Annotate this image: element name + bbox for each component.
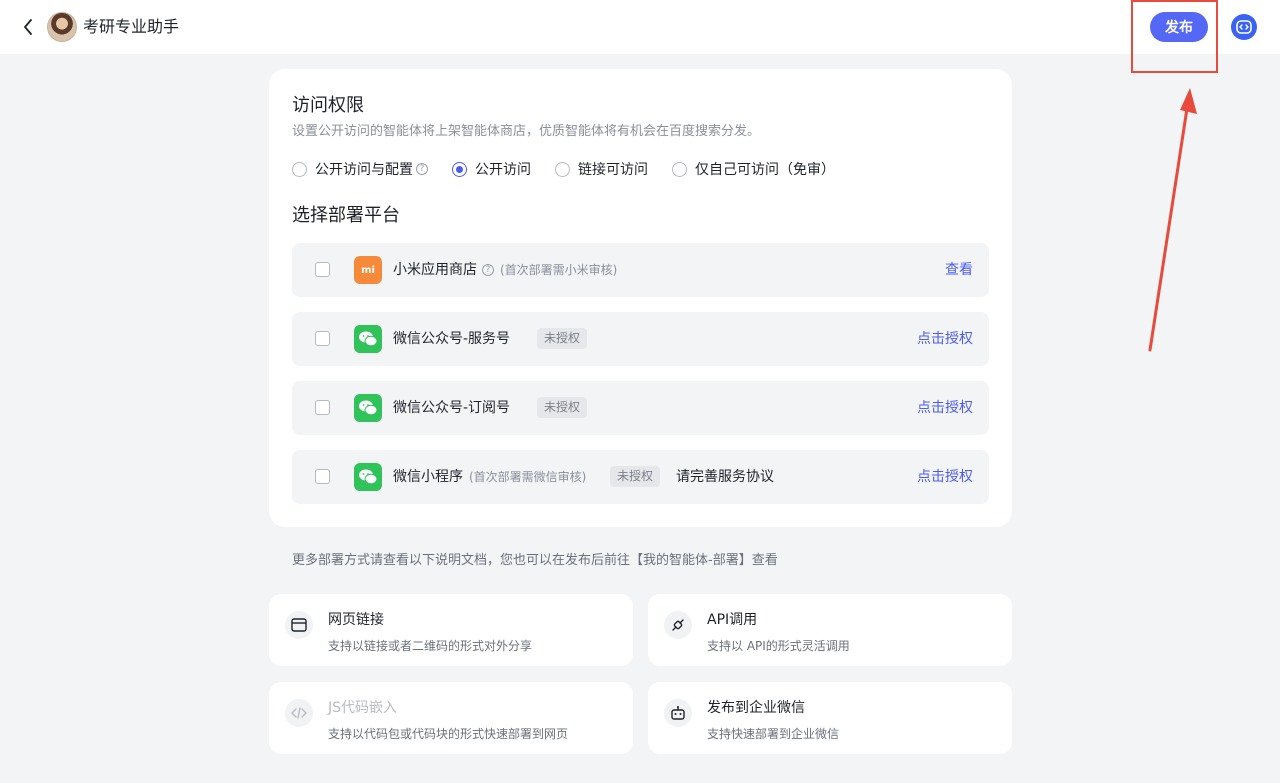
help-icon[interactable]: ? (416, 163, 428, 175)
platform-note: (首次部署需小米审核) (500, 263, 618, 277)
option-title: JS代码嵌入 (328, 700, 398, 716)
top-bar: 考研专业助手 发布 (0, 0, 1280, 54)
annotation-arrow (1148, 88, 1197, 352)
option-webpage-link[interactable]: 网页链接 支持以链接或者二维码的形式对外分享 (269, 594, 633, 666)
view-link[interactable]: 查看 (945, 261, 973, 279)
authorize-link[interactable]: 点击授权 (917, 399, 973, 417)
platform-name: 微信小程序 (首次部署需微信审核) (393, 468, 586, 486)
platform-note: (首次部署需微信审核) (469, 470, 587, 484)
authorize-link[interactable]: 点击授权 (917, 330, 973, 348)
radio-circle[interactable] (672, 161, 687, 177)
radio-private[interactable]: 仅自己可访问（免审） (672, 159, 835, 179)
platform-row-wechat-service: 微信公众号-服务号 未授权 点击授权 (292, 312, 989, 366)
radio-label: 公开访问 (475, 162, 531, 178)
wechat-icon (354, 394, 382, 422)
code-icon (1236, 20, 1252, 34)
radio-link-access[interactable]: 链接可访问 (555, 159, 648, 179)
wechat-icon (354, 463, 382, 491)
access-radio-group: 公开访问与配置 ? 公开访问 链接可访问 仅自己可访问（免审） (292, 160, 859, 178)
access-title: 访问权限 (292, 95, 364, 116)
wechat-icon (354, 325, 382, 353)
radio-public[interactable]: 公开访问 (452, 159, 531, 179)
unauthorized-badge: 未授权 (610, 466, 661, 487)
platform-row-wechat-miniprogram: 微信小程序 (首次部署需微信审核) 未授权 请完善服务协议 点击授权 (292, 450, 989, 504)
platform-name: 微信公众号-服务号 (393, 331, 511, 347)
platform-row-wechat-subscription: 微信公众号-订阅号 未授权 点击授权 (292, 381, 989, 435)
platform-name: 微信公众号-订阅号 (393, 400, 511, 416)
option-js-embed: JS代码嵌入 支持以代码包或代码块的形式快速部署到网页 (269, 682, 633, 754)
app-title: 考研专业助手 (83, 17, 180, 36)
embed-code-button[interactable] (1231, 14, 1257, 40)
option-desc: 支持以链接或者二维码的形式对外分享 (328, 639, 533, 653)
radio-circle[interactable] (292, 161, 307, 177)
chevron-left-icon (24, 19, 32, 35)
option-wecom[interactable]: 发布到企业微信 支持快速部署到企业微信 (648, 682, 1012, 754)
platform-checkbox[interactable] (315, 331, 330, 346)
radio-circle[interactable] (452, 161, 467, 177)
option-title: API调用 (707, 612, 758, 628)
robot-icon (664, 699, 692, 727)
platform-checkbox[interactable] (315, 262, 330, 277)
platform-checkbox[interactable] (315, 400, 330, 415)
option-title: 发布到企业微信 (707, 700, 805, 716)
platform-name-text: 小米应用商店 (393, 262, 477, 278)
option-desc: 支持以 API的形式灵活调用 (707, 639, 850, 653)
radio-public-with-config[interactable]: 公开访问与配置 ? (292, 159, 428, 179)
access-desc: 设置公开访问的智能体将上架智能体商店，优质智能体将有机会在百度搜索分发。 (292, 124, 761, 139)
authorize-link[interactable]: 点击授权 (917, 468, 973, 486)
back-button[interactable] (18, 15, 38, 39)
code-icon (285, 699, 313, 727)
unauthorized-badge: 未授权 (537, 397, 588, 418)
platform-name: 小米应用商店 ? (首次部署需小米审核) (393, 261, 617, 279)
avatar[interactable] (47, 12, 77, 42)
unauthorized-badge: 未授权 (537, 328, 588, 349)
api-plug-icon (664, 611, 692, 639)
annotation-highlight-box (1131, 0, 1218, 73)
deploy-settings-card: 访问权限 设置公开访问的智能体将上架智能体商店，优质智能体将有机会在百度搜索分发… (269, 69, 1012, 527)
help-icon[interactable]: ? (482, 264, 494, 276)
more-deploy-hint: 更多部署方式请查看以下说明文档，您也可以在发布后前往【我的智能体-部署】查看 (292, 553, 778, 568)
service-agreement-link[interactable]: 请完善服务协议 (676, 468, 774, 486)
option-desc: 支持以代码包或代码块的形式快速部署到网页 (328, 727, 569, 741)
option-api-call[interactable]: API调用 支持以 API的形式灵活调用 (648, 594, 1012, 666)
xiaomi-icon: mi (354, 256, 382, 284)
radio-label: 链接可访问 (578, 162, 648, 178)
radio-label: 仅自己可访问（免审） (695, 162, 835, 178)
platform-checkbox[interactable] (315, 469, 330, 484)
platform-name-text: 微信小程序 (393, 469, 463, 485)
option-title: 网页链接 (328, 612, 384, 628)
radio-circle[interactable] (555, 161, 570, 177)
radio-label: 公开访问与配置 (315, 162, 413, 178)
option-desc: 支持快速部署到企业微信 (707, 727, 840, 741)
platform-row-xiaomi: mi 小米应用商店 ? (首次部署需小米审核) 查看 (292, 243, 989, 297)
platforms-title: 选择部署平台 (292, 205, 400, 226)
webpage-icon (285, 611, 313, 639)
